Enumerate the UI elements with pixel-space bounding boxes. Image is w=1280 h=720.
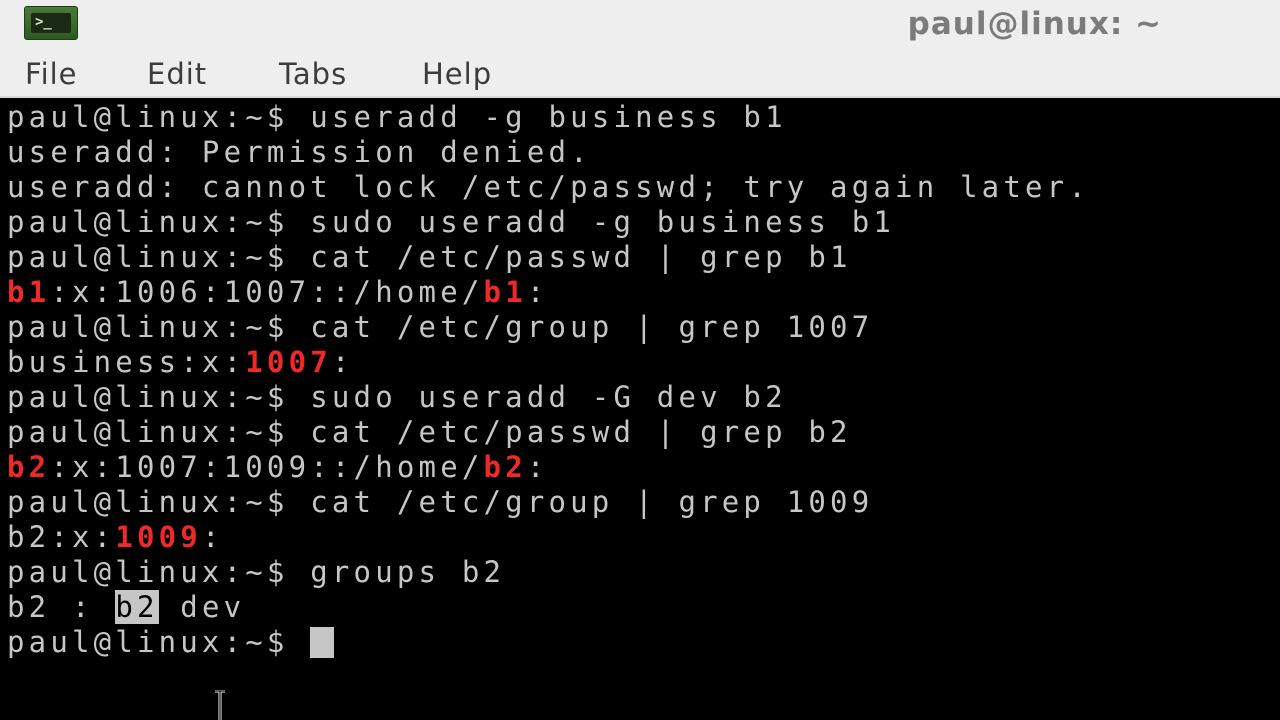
- ibeam-cursor-icon: [215, 690, 225, 720]
- terminal-text: :x:1007:1009::/home/: [50, 450, 484, 484]
- terminal-line: paul@linux:~$ cat /etc/passwd | grep b1: [7, 240, 852, 274]
- terminal-line: useradd: Permission denied.: [7, 135, 592, 169]
- menu-file[interactable]: File: [25, 55, 78, 93]
- terminal-app-icon: >_: [24, 6, 78, 40]
- terminal-text: :: [526, 275, 549, 309]
- grep-match: b2: [483, 450, 527, 484]
- grep-match: 1009: [115, 520, 202, 554]
- grep-match: b1: [7, 275, 51, 309]
- terminal-line-groups-output: b2 : b2 dev: [7, 590, 245, 625]
- terminal-app-icon-screen: >_: [31, 13, 71, 33]
- terminal-text: b2:x:: [7, 520, 116, 554]
- terminal-prompt-line[interactable]: paul@linux:~$: [7, 625, 335, 660]
- terminal-line: paul@linux:~$ sudo useradd -g business b…: [7, 205, 896, 239]
- menu-bar: File Edit Tabs Help: [0, 50, 1280, 98]
- terminal-text: :: [201, 520, 224, 554]
- terminal-line-grep-result: b1:x:1006:1007::/home/b1:: [7, 275, 549, 310]
- terminal-text: dev: [158, 590, 246, 624]
- text-cursor: [310, 627, 335, 658]
- menu-tabs[interactable]: Tabs: [279, 55, 347, 93]
- terminal-line: useradd: cannot lock /etc/passwd; try ag…: [7, 170, 1090, 204]
- title-bar: >_ paul@linux: ~: [0, 0, 1280, 50]
- grep-match: b2: [7, 450, 51, 484]
- window-title: paul@linux: ~: [907, 6, 1162, 42]
- terminal-text: :: [331, 345, 354, 379]
- terminal-text: business:x:: [7, 345, 246, 379]
- terminal-line: paul@linux:~$ cat /etc/group | grep 1009: [7, 485, 874, 519]
- grep-match: 1007: [245, 345, 332, 379]
- menu-edit[interactable]: Edit: [147, 55, 207, 93]
- terminal-output[interactable]: paul@linux:~$ useradd -g business b1 use…: [0, 100, 1280, 720]
- terminal-prompt: paul@linux:~$: [7, 625, 311, 659]
- terminal-text: :x:1006:1007::/home/: [50, 275, 484, 309]
- terminal-line: paul@linux:~$ cat /etc/passwd | grep b2: [7, 415, 852, 449]
- terminal-line: paul@linux:~$ groups b2: [7, 555, 506, 589]
- terminal-line: paul@linux:~$ sudo useradd -G dev b2: [7, 380, 787, 414]
- terminal-text: b2 :: [7, 590, 116, 624]
- terminal-app-icon-prompt: >_: [35, 14, 52, 30]
- menu-help[interactable]: Help: [422, 55, 492, 93]
- grep-match: b1: [483, 275, 527, 309]
- terminal-line-grep-result: b2:x:1009:: [7, 520, 224, 555]
- terminal-line: paul@linux:~$ useradd -g business b1: [7, 100, 787, 134]
- terminal-line-grep-result: business:x:1007:: [7, 345, 354, 380]
- terminal-line-grep-result: b2:x:1007:1009::/home/b2:: [7, 450, 549, 485]
- terminal-line: paul@linux:~$ cat /etc/group | grep 1007: [7, 310, 874, 344]
- terminal-text: :: [526, 450, 549, 484]
- selected-text[interactable]: b2: [115, 590, 159, 624]
